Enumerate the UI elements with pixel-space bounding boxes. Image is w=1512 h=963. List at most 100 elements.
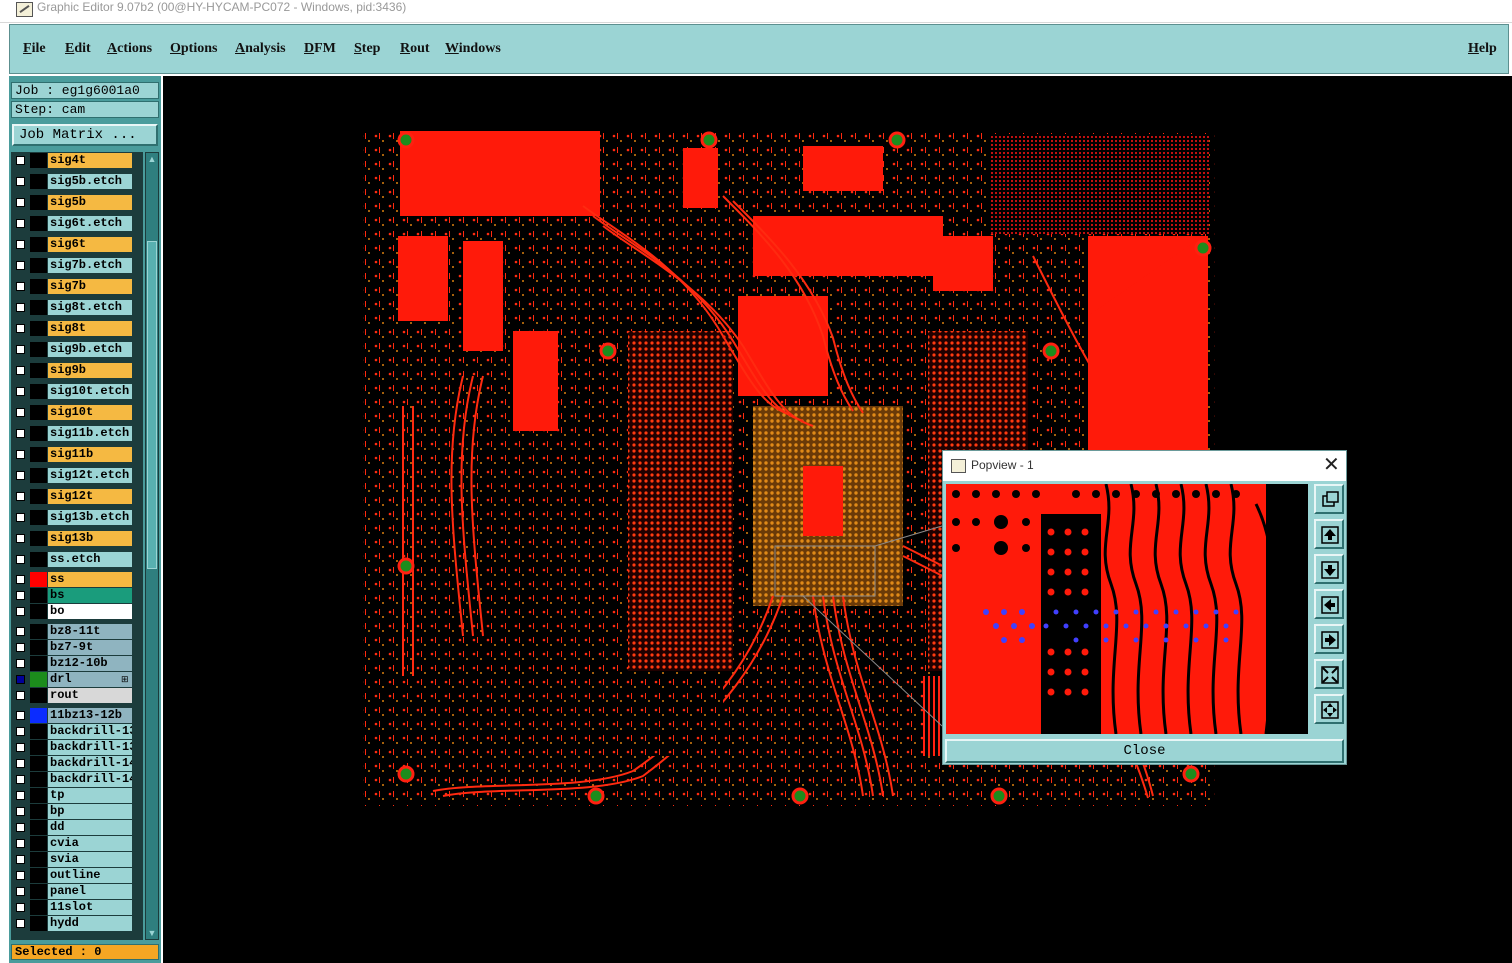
scroll-up-arrow-icon[interactable]: ▲ — [147, 154, 157, 164]
layer-row-backdrill-14[interactable]: backdrill-14 — [11, 772, 143, 787]
menu-windows[interactable]: Windows — [445, 41, 501, 57]
layer-checkbox[interactable] — [16, 471, 25, 480]
layer-color-swatch[interactable] — [30, 900, 47, 915]
layer-color-swatch[interactable] — [30, 820, 47, 835]
layer-row-sig7b[interactable]: sig7b — [11, 279, 143, 294]
layer-row-sig9b.etch[interactable]: sig9b.etch — [11, 342, 143, 357]
layer-checkbox[interactable] — [16, 366, 25, 375]
layer-name[interactable]: backdrill-13 — [48, 724, 132, 739]
layer-name[interactable]: sig9b — [48, 363, 132, 378]
layer-name[interactable]: sig8t.etch — [48, 300, 132, 315]
layer-checkbox[interactable] — [16, 345, 25, 354]
layer-row-sig10t[interactable]: sig10t — [11, 405, 143, 420]
menu-options[interactable]: Options — [170, 41, 217, 57]
layer-checkbox[interactable] — [16, 743, 25, 752]
layer-checkbox[interactable] — [16, 324, 25, 333]
menu-rout[interactable]: Rout — [400, 41, 430, 57]
layer-name[interactable]: sig6t — [48, 237, 132, 252]
layer-row-outline[interactable]: outline — [11, 868, 143, 883]
layer-row-hydd[interactable]: hydd — [11, 916, 143, 931]
layer-row-sig11b[interactable]: sig11b — [11, 447, 143, 462]
layer-row-sig12t[interactable]: sig12t — [11, 489, 143, 504]
layer-name[interactable]: sig10t — [48, 405, 132, 420]
layer-row-sig12t.etch[interactable]: sig12t.etch — [11, 468, 143, 483]
layer-name[interactable]: sig7b.etch — [48, 258, 132, 273]
layer-color-swatch[interactable] — [30, 405, 47, 420]
layer-color-swatch[interactable] — [30, 656, 47, 671]
layer-name[interactable]: rout — [48, 688, 132, 703]
layer-checkbox[interactable] — [16, 555, 25, 564]
menu-dfm[interactable]: DFM — [304, 41, 336, 57]
layer-color-swatch[interactable] — [30, 708, 47, 723]
layer-row-11bz13-12b[interactable]: 11bz13-12b — [11, 708, 143, 723]
layer-name[interactable]: bz12-10b — [48, 656, 132, 671]
layer-color-swatch[interactable] — [30, 531, 47, 546]
layer-color-swatch[interactable] — [30, 447, 47, 462]
layer-checkbox[interactable] — [16, 659, 25, 668]
layer-row-sig4t[interactable]: sig4t — [11, 153, 143, 168]
layer-checkbox[interactable] — [16, 903, 25, 912]
layer-checkbox[interactable] — [16, 156, 25, 165]
layer-list-scrollbar[interactable]: ▲ ▼ — [145, 152, 159, 940]
layer-color-swatch[interactable] — [30, 672, 47, 687]
layer-color-swatch[interactable] — [30, 510, 47, 525]
layer-name[interactable]: sig7b — [48, 279, 132, 294]
layer-color-swatch[interactable] — [30, 300, 47, 315]
layer-checkbox[interactable] — [16, 591, 25, 600]
popview-close-icon[interactable]: ✕ — [1323, 453, 1340, 477]
menu-file[interactable]: File — [23, 41, 46, 57]
layer-checkbox[interactable] — [16, 177, 25, 186]
job-matrix-button[interactable]: Job Matrix ... — [12, 124, 158, 146]
scroll-down-arrow-icon[interactable]: ▼ — [147, 928, 157, 938]
layer-checkbox[interactable] — [16, 575, 25, 584]
layer-name[interactable]: sig10t.etch — [48, 384, 132, 399]
layer-name[interactable]: sig9b.etch — [48, 342, 132, 357]
layer-row-backdrill-13[interactable]: backdrill-13 — [11, 724, 143, 739]
layer-name[interactable]: sig11b — [48, 447, 132, 462]
layer-row-sig6t[interactable]: sig6t — [11, 237, 143, 252]
layer-name[interactable]: sig13b.etch — [48, 510, 132, 525]
layer-row-bs[interactable]: bs — [11, 588, 143, 603]
layer-checkbox[interactable] — [16, 691, 25, 700]
layer-name[interactable]: svia — [48, 852, 132, 867]
layer-name[interactable]: drl — [48, 672, 132, 687]
layer-checkbox[interactable] — [16, 198, 25, 207]
popview-zoomed-view[interactable] — [946, 484, 1308, 734]
layer-checkbox[interactable] — [16, 240, 25, 249]
layer-row-ss[interactable]: ss — [11, 572, 143, 587]
layer-color-swatch[interactable] — [30, 195, 47, 210]
layer-color-swatch[interactable] — [30, 384, 47, 399]
layer-checkbox[interactable] — [16, 219, 25, 228]
layer-color-swatch[interactable] — [30, 788, 47, 803]
zoom-fit-icon[interactable] — [1314, 659, 1344, 689]
layer-row-cvia[interactable]: cvia — [11, 836, 143, 851]
layer-name[interactable]: backdrill-14 — [48, 756, 132, 771]
layer-row-dd[interactable]: dd — [11, 820, 143, 835]
layer-checkbox[interactable] — [16, 775, 25, 784]
menu-step[interactable]: Step — [354, 41, 380, 57]
layer-name[interactable]: sig11b.etch — [48, 426, 132, 441]
layer-row-backdrill-13[interactable]: backdrill-13 — [11, 740, 143, 755]
layer-checkbox[interactable] — [16, 429, 25, 438]
window-restore-icon[interactable] — [1314, 484, 1344, 514]
layer-checkbox[interactable] — [16, 823, 25, 832]
layer-row-ss.etch[interactable]: ss.etch — [11, 552, 143, 567]
layer-color-swatch[interactable] — [30, 640, 47, 655]
layer-checkbox[interactable] — [16, 675, 25, 684]
layer-color-swatch[interactable] — [30, 216, 47, 231]
layer-name[interactable]: sig13b — [48, 531, 132, 546]
layer-row-bz7-9t[interactable]: bz7-9t — [11, 640, 143, 655]
layer-color-swatch[interactable] — [30, 279, 47, 294]
layer-color-swatch[interactable] — [30, 836, 47, 851]
layer-color-swatch[interactable] — [30, 740, 47, 755]
layer-row-panel[interactable]: panel — [11, 884, 143, 899]
layer-checkbox[interactable] — [16, 887, 25, 896]
layer-row-sig13b[interactable]: sig13b — [11, 531, 143, 546]
layer-checkbox[interactable] — [16, 759, 25, 768]
layer-checkbox[interactable] — [16, 607, 25, 616]
layer-color-swatch[interactable] — [30, 884, 47, 899]
layer-color-swatch[interactable] — [30, 468, 47, 483]
layer-color-swatch[interactable] — [30, 237, 47, 252]
layer-row-sig9b[interactable]: sig9b — [11, 363, 143, 378]
layer-color-swatch[interactable] — [30, 724, 47, 739]
